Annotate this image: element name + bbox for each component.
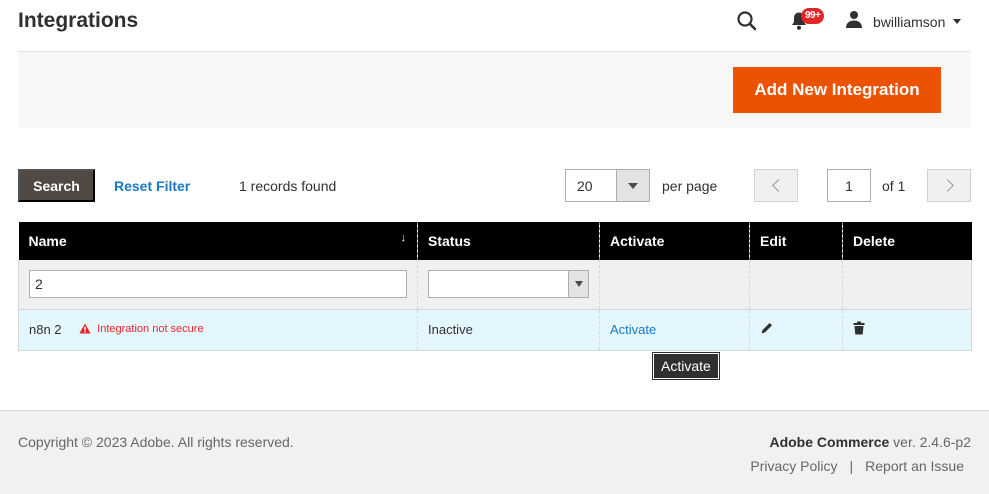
search-icon[interactable] bbox=[736, 10, 758, 32]
notification-badge[interactable]: 99+ bbox=[801, 8, 825, 24]
column-header-label: Name bbox=[28, 233, 67, 249]
column-header-activate: Activate bbox=[599, 222, 750, 260]
column-header-delete: Delete bbox=[842, 222, 972, 260]
trash-icon[interactable] bbox=[853, 321, 865, 338]
integration-name: n8n 2 bbox=[29, 322, 62, 337]
report-issue-link[interactable]: Report an Issue bbox=[865, 458, 964, 474]
caret-down-icon bbox=[574, 281, 583, 288]
caret-down-icon bbox=[628, 182, 638, 189]
activate-tooltip: Activate bbox=[653, 353, 719, 379]
column-header-name[interactable]: Name ↓ bbox=[18, 222, 418, 260]
chevron-left-icon bbox=[771, 179, 785, 192]
search-button[interactable]: Search bbox=[18, 169, 95, 202]
cell-name: n8n 2 Integration not secure bbox=[18, 309, 418, 351]
per-page-value: 20 bbox=[577, 178, 593, 194]
product-name: Adobe Commerce bbox=[769, 434, 890, 450]
name-filter-input[interactable]: 2 bbox=[29, 270, 407, 299]
records-found: 1 records found bbox=[239, 178, 337, 194]
per-page-select[interactable]: 20 bbox=[565, 169, 650, 202]
footer-links: Privacy Policy | Report an Issue bbox=[750, 458, 964, 474]
username: bwilliamson bbox=[873, 13, 946, 30]
warning-icon bbox=[79, 323, 91, 334]
cell-activate: Activate bbox=[599, 309, 750, 351]
page-total: of 1 bbox=[882, 178, 906, 194]
cell-edit bbox=[749, 309, 843, 351]
column-header-status[interactable]: Status bbox=[417, 222, 600, 260]
integrations-grid: Name ↓ Status Activate Edit Delete 2 n8n … bbox=[18, 222, 972, 351]
page-number-input[interactable]: 1 bbox=[827, 169, 871, 202]
filter-row: 2 bbox=[18, 260, 972, 310]
filter-cell-empty bbox=[842, 260, 972, 310]
status-filter-value bbox=[429, 271, 568, 297]
next-page-button[interactable] bbox=[927, 169, 971, 202]
status-filter-select[interactable] bbox=[428, 270, 589, 299]
user-icon bbox=[845, 10, 863, 33]
version-info: Adobe Commerce ver. 2.4.6-p2 bbox=[769, 434, 971, 450]
sort-arrow-icon: ↓ bbox=[400, 232, 407, 244]
activate-link[interactable]: Activate bbox=[610, 322, 656, 337]
chevron-right-icon bbox=[940, 179, 954, 192]
filter-cell-empty bbox=[599, 260, 750, 310]
page-actions-bar: Add New Integration bbox=[18, 51, 971, 128]
caret-down-icon bbox=[953, 19, 962, 24]
footer-separator: | bbox=[849, 458, 854, 474]
copyright-text: Copyright © 2023 Adobe. All rights reser… bbox=[18, 434, 294, 450]
per-page-label: per page bbox=[662, 178, 718, 194]
user-menu[interactable]: bwilliamson bbox=[845, 10, 962, 33]
reset-filter-link[interactable]: Reset Filter bbox=[114, 178, 190, 194]
column-header-edit: Edit bbox=[749, 222, 843, 260]
privacy-policy-link[interactable]: Privacy Policy bbox=[750, 458, 837, 474]
page-title: Integrations bbox=[18, 9, 139, 32]
table-row[interactable]: n8n 2 Integration not secure Inactive Ac… bbox=[18, 309, 972, 351]
status-filter-dropdown[interactable] bbox=[568, 271, 588, 298]
per-page-dropdown-button[interactable] bbox=[616, 170, 649, 201]
cell-delete bbox=[842, 309, 972, 351]
previous-page-button[interactable] bbox=[754, 169, 798, 202]
pencil-icon[interactable] bbox=[760, 323, 774, 338]
page-footer: Copyright © 2023 Adobe. All rights reser… bbox=[0, 410, 989, 494]
add-new-integration-button[interactable]: Add New Integration bbox=[733, 67, 941, 113]
version-number: ver. 2.4.6-p2 bbox=[889, 434, 971, 450]
cell-status: Inactive bbox=[417, 309, 600, 351]
insecure-warning: Integration not secure bbox=[79, 322, 204, 335]
warning-text: Integration not secure bbox=[97, 322, 204, 335]
filter-cell-empty bbox=[749, 260, 843, 310]
